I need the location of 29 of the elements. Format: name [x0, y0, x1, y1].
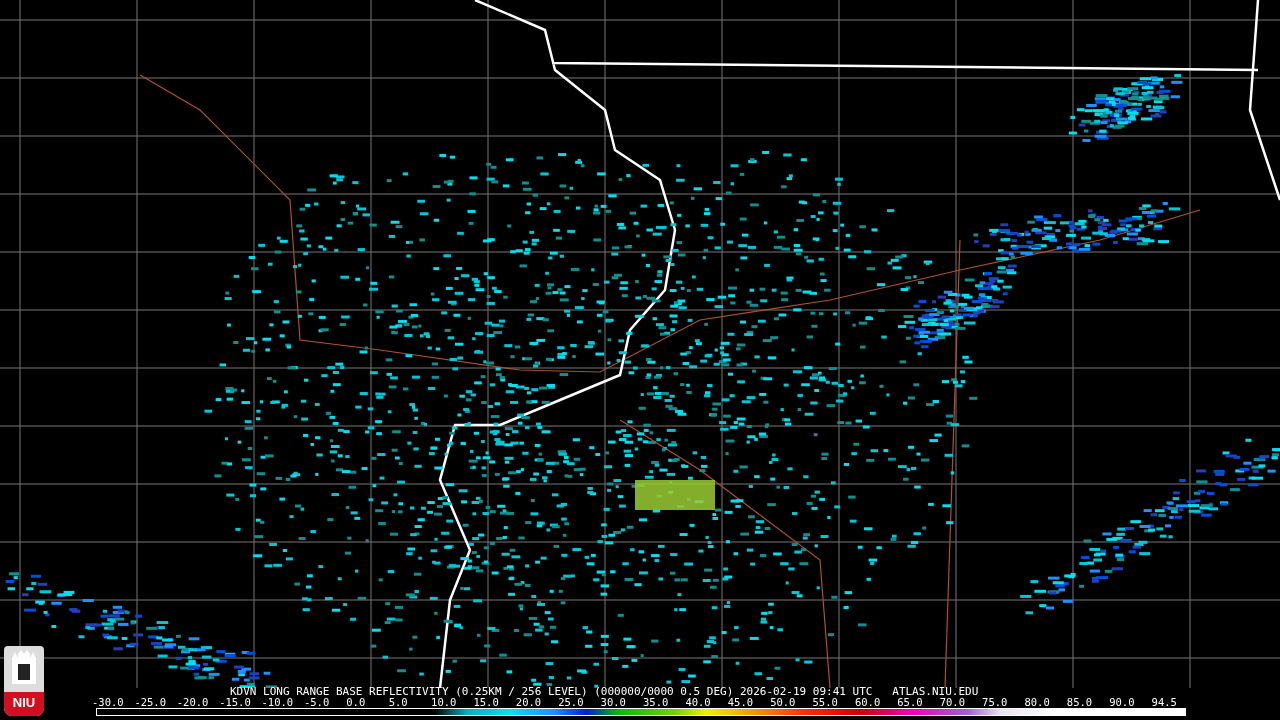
scale-label: 75.0 — [982, 697, 1009, 708]
scale-label: 15.0 — [473, 697, 499, 708]
scale-label: 35.0 — [643, 697, 669, 708]
scale-label: 25.0 — [558, 697, 584, 708]
tower-icon — [9, 650, 39, 684]
scale-label: 80.0 — [1024, 697, 1051, 708]
scale-label: -10.0 — [261, 697, 295, 708]
scale-label: 0.0 — [346, 697, 367, 708]
scale-label: 70.0 — [939, 697, 966, 708]
scale-label: 5.0 — [388, 697, 409, 708]
product-title: KDVN LONG RANGE BASE REFLECTIVITY (0.25KM / 256 LEVEL) (000000/0000 0.5 DEG) 2026-02-19 09:41 UTC ATLAS.NIU.EDU — [229, 686, 980, 697]
scale-label: 90.0 — [1109, 697, 1136, 708]
scale-label: 60.0 — [854, 697, 882, 708]
scale-label: 20.0 — [515, 697, 543, 708]
scale-label: 45.0 — [727, 697, 755, 708]
scale-label: 65.0 — [897, 697, 924, 708]
scale-label: 85.0 — [1066, 697, 1094, 708]
scale-label: -5.0 — [303, 697, 331, 708]
scale-label: 40.0 — [685, 697, 711, 708]
scale-label: -15.0 — [219, 697, 252, 708]
scale-label: 55.0 — [812, 697, 839, 708]
scale-label: 30.0 — [600, 697, 626, 708]
logo-text: NIU — [4, 692, 44, 716]
scale-label: 10.0 — [431, 697, 457, 708]
scale-label: -30.0 — [92, 697, 125, 708]
scale-label: -25.0 — [134, 697, 167, 708]
scale-label: 50.0 — [770, 697, 797, 708]
scale-label: 94.5 — [1151, 697, 1178, 708]
scale-label: -20.0 — [176, 697, 210, 708]
